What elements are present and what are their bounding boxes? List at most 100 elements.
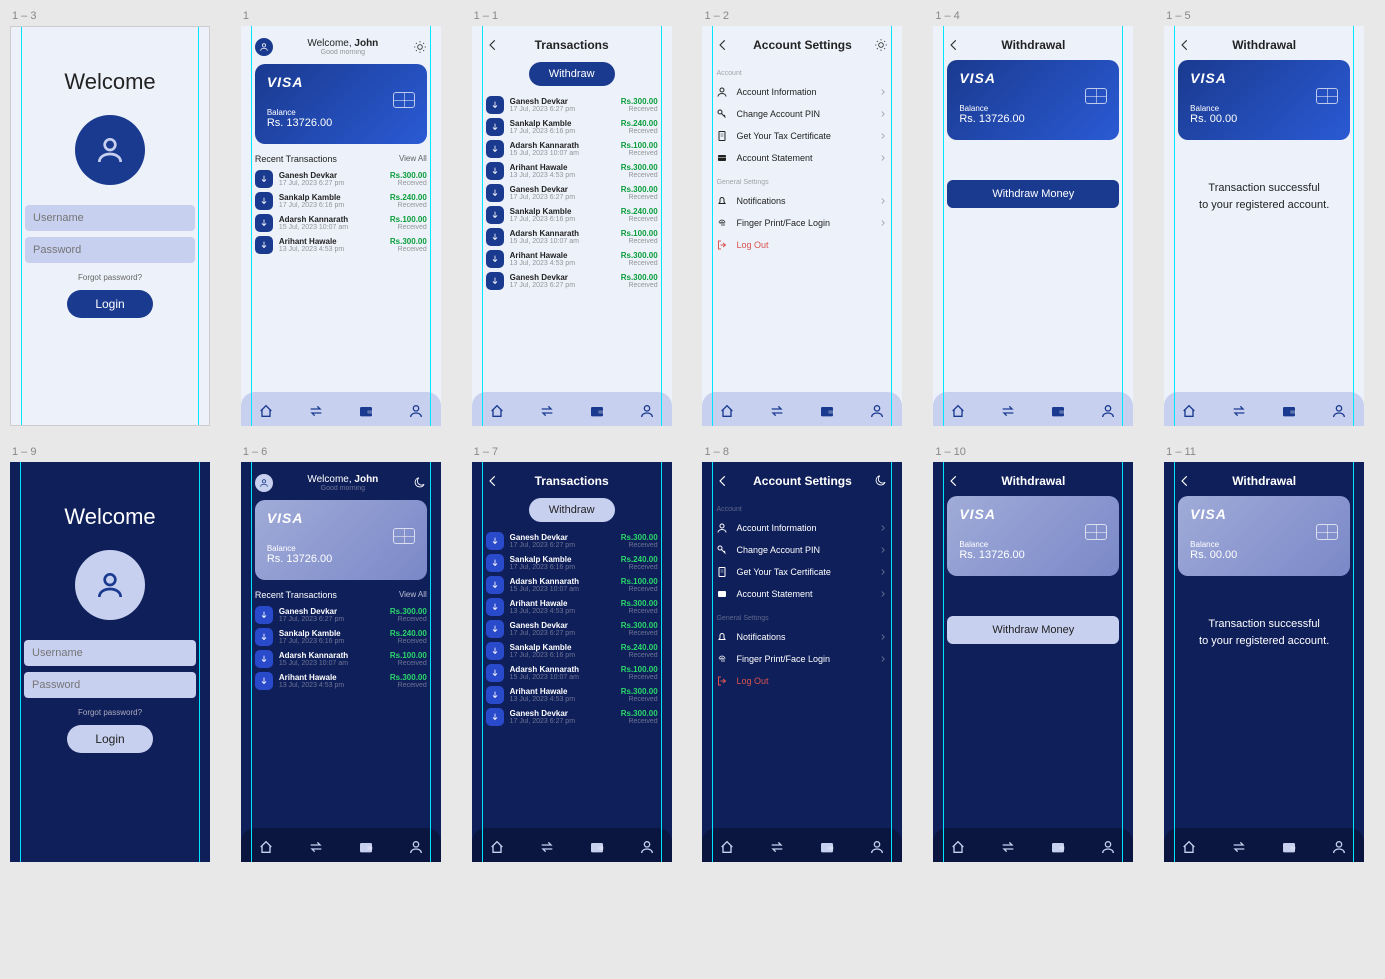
settings-row[interactable]: Finger Print/Face Login <box>716 212 888 234</box>
view-all-link[interactable]: View All <box>399 154 427 164</box>
nav-wallet[interactable] <box>358 403 374 419</box>
settings-row[interactable]: Get Your Tax Certificate <box>716 561 888 583</box>
nav-transfer[interactable] <box>1000 403 1016 419</box>
transaction-row[interactable]: Adarsh Kannarath15 Jul, 2023 10:07 am Rs… <box>486 140 658 158</box>
nav-transfer[interactable] <box>539 403 555 419</box>
nav-wallet[interactable] <box>1281 403 1297 419</box>
settings-row[interactable]: Notifications <box>716 626 888 648</box>
nav-transfer[interactable] <box>1000 839 1016 855</box>
back-icon[interactable] <box>1178 474 1192 488</box>
avatar-icon[interactable] <box>255 38 273 56</box>
settings-row[interactable]: Get Your Tax Certificate <box>716 125 888 147</box>
nav-profile[interactable] <box>1100 403 1116 419</box>
nav-transfer[interactable] <box>308 403 324 419</box>
settings-row[interactable]: Change Account PIN <box>716 103 888 125</box>
nav-profile[interactable] <box>1331 403 1347 419</box>
nav-transfer[interactable] <box>1231 403 1247 419</box>
back-icon[interactable] <box>947 474 961 488</box>
moon-icon[interactable] <box>874 474 888 488</box>
transaction-row[interactable]: Ganesh Devkar17 Jul, 2023 6:27 pm Rs.300… <box>486 532 658 550</box>
nav-wallet[interactable] <box>819 403 835 419</box>
moon-icon[interactable] <box>413 476 427 490</box>
nav-profile[interactable] <box>869 839 885 855</box>
nav-home[interactable] <box>489 403 505 419</box>
transaction-row[interactable]: Adarsh Kannarath15 Jul, 2023 10:07 am Rs… <box>486 576 658 594</box>
transaction-row[interactable]: Arihant Hawale13 Jul, 2023 4:53 pm Rs.30… <box>486 250 658 268</box>
transaction-row[interactable]: Sankalp Kamble17 Jul, 2023 6:16 pm Rs.24… <box>486 642 658 660</box>
nav-transfer[interactable] <box>308 839 324 855</box>
transaction-row[interactable]: Adarsh Kannarath15 Jul, 2023 10:07 am Rs… <box>486 228 658 246</box>
logout-row[interactable]: Log Out <box>716 670 888 692</box>
back-icon[interactable] <box>947 38 961 52</box>
nav-wallet[interactable] <box>358 839 374 855</box>
sun-icon[interactable] <box>413 40 427 54</box>
transaction-row[interactable]: Arihant Hawale13 Jul, 2023 4:53 pm Rs.30… <box>486 686 658 704</box>
nav-profile[interactable] <box>1331 839 1347 855</box>
withdraw-money-button[interactable]: Withdraw Money <box>947 616 1119 644</box>
settings-row[interactable]: Account Statement <box>716 147 888 169</box>
back-icon[interactable] <box>486 474 500 488</box>
nav-home[interactable] <box>1181 839 1197 855</box>
nav-profile[interactable] <box>869 403 885 419</box>
nav-profile[interactable] <box>408 839 424 855</box>
transaction-row[interactable]: Adarsh Kannarath15 Jul, 2023 10:07 am Rs… <box>255 214 427 232</box>
username-input[interactable] <box>24 640 196 666</box>
transaction-row[interactable]: Ganesh Devkar17 Jul, 2023 6:27 pm Rs.300… <box>255 170 427 188</box>
password-input[interactable] <box>25 237 195 263</box>
back-icon[interactable] <box>1178 38 1192 52</box>
back-icon[interactable] <box>486 38 500 52</box>
transaction-row[interactable]: Ganesh Devkar17 Jul, 2023 6:27 pm Rs.300… <box>486 184 658 202</box>
nav-profile[interactable] <box>639 403 655 419</box>
transaction-row[interactable]: Sankalp Kamble17 Jul, 2023 6:16 pm Rs.24… <box>255 192 427 210</box>
nav-wallet[interactable] <box>819 839 835 855</box>
transaction-row[interactable]: Sankalp Kamble17 Jul, 2023 6:16 pm Rs.24… <box>486 206 658 224</box>
nav-transfer[interactable] <box>769 403 785 419</box>
back-icon[interactable] <box>716 474 730 488</box>
settings-row[interactable]: Finger Print/Face Login <box>716 648 888 670</box>
nav-profile[interactable] <box>408 403 424 419</box>
password-input[interactable] <box>24 672 196 698</box>
nav-profile[interactable] <box>1100 839 1116 855</box>
transaction-row[interactable]: Adarsh Kannarath15 Jul, 2023 10:07 am Rs… <box>486 664 658 682</box>
transaction-row[interactable]: Adarsh Kannarath15 Jul, 2023 10:07 am Rs… <box>255 650 427 668</box>
login-button[interactable]: Login <box>67 290 152 318</box>
nav-home[interactable] <box>258 403 274 419</box>
settings-row[interactable]: Account Information <box>716 81 888 103</box>
back-icon[interactable] <box>716 38 730 52</box>
transaction-row[interactable]: Ganesh Devkar17 Jul, 2023 6:27 pm Rs.300… <box>255 606 427 624</box>
settings-row[interactable]: Notifications <box>716 190 888 212</box>
nav-transfer[interactable] <box>1231 839 1247 855</box>
nav-wallet[interactable] <box>589 839 605 855</box>
transaction-row[interactable]: Arihant Hawale13 Jul, 2023 4:53 pm Rs.30… <box>255 236 427 254</box>
view-all-link[interactable]: View All <box>399 590 427 600</box>
nav-home[interactable] <box>258 839 274 855</box>
avatar-icon[interactable] <box>255 474 273 492</box>
nav-wallet[interactable] <box>1050 403 1066 419</box>
transaction-row[interactable]: Arihant Hawale13 Jul, 2023 4:53 pm Rs.30… <box>486 162 658 180</box>
nav-profile[interactable] <box>639 839 655 855</box>
transaction-row[interactable]: Sankalp Kamble17 Jul, 2023 6:16 pm Rs.24… <box>486 554 658 572</box>
nav-transfer[interactable] <box>539 839 555 855</box>
withdraw-money-button[interactable]: Withdraw Money <box>947 180 1119 208</box>
transaction-row[interactable]: Sankalp Kamble17 Jul, 2023 6:16 pm Rs.24… <box>255 628 427 646</box>
nav-wallet[interactable] <box>589 403 605 419</box>
nav-home[interactable] <box>719 403 735 419</box>
username-input[interactable] <box>25 205 195 231</box>
transaction-row[interactable]: Ganesh Devkar17 Jul, 2023 6:27 pm Rs.300… <box>486 96 658 114</box>
nav-wallet[interactable] <box>1281 839 1297 855</box>
transaction-row[interactable]: Arihant Hawale13 Jul, 2023 4:53 pm Rs.30… <box>486 598 658 616</box>
nav-home[interactable] <box>1181 403 1197 419</box>
transaction-row[interactable]: Ganesh Devkar17 Jul, 2023 6:27 pm Rs.300… <box>486 708 658 726</box>
transaction-row[interactable]: Sankalp Kamble17 Jul, 2023 6:16 pm Rs.24… <box>486 118 658 136</box>
transaction-row[interactable]: Ganesh Devkar17 Jul, 2023 6:27 pm Rs.300… <box>486 272 658 290</box>
withdraw-button[interactable]: Withdraw <box>529 62 615 86</box>
nav-transfer[interactable] <box>769 839 785 855</box>
settings-row[interactable]: Account Statement <box>716 583 888 605</box>
nav-home[interactable] <box>950 839 966 855</box>
nav-home[interactable] <box>950 403 966 419</box>
settings-row[interactable]: Change Account PIN <box>716 539 888 561</box>
transaction-row[interactable]: Ganesh Devkar17 Jul, 2023 6:27 pm Rs.300… <box>486 620 658 638</box>
nav-wallet[interactable] <box>1050 839 1066 855</box>
login-button[interactable]: Login <box>67 725 152 753</box>
transaction-row[interactable]: Arihant Hawale13 Jul, 2023 4:53 pm Rs.30… <box>255 672 427 690</box>
